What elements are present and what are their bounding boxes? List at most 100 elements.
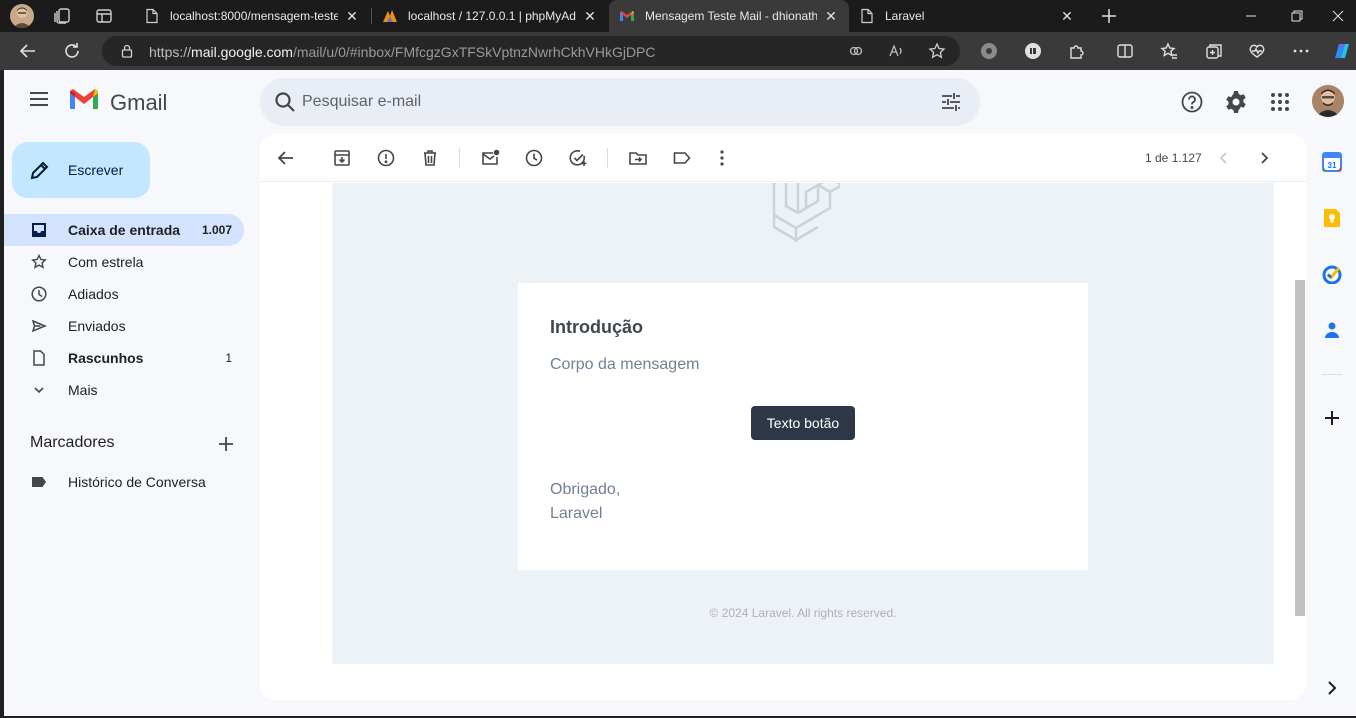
sidebar-item-sent[interactable]: Enviados [4, 310, 244, 342]
delete-icon[interactable] [420, 148, 440, 168]
label-icon [32, 477, 46, 487]
minimize-button[interactable] [1228, 0, 1274, 32]
sidebar-item-label: Mais [68, 382, 98, 398]
sidebar-item-label: Adiados [68, 286, 119, 302]
sidebar-item-label-historico[interactable]: Histórico de Conversa [4, 466, 244, 498]
url-scheme: https:// [149, 44, 192, 60]
sidebar-item-label: Histórico de Conversa [68, 474, 206, 490]
extension-1-icon[interactable] [977, 39, 1001, 63]
laravel-logo-icon [772, 183, 840, 242]
gmail-icon [620, 11, 634, 21]
google-apps-icon[interactable] [1268, 90, 1292, 114]
email-body-text: Corpo da mensagem [550, 356, 700, 373]
search-options-icon[interactable] [940, 91, 962, 113]
copilot-icon[interactable] [1330, 39, 1354, 63]
split-screen-icon[interactable] [1113, 39, 1137, 63]
newer-chevron-left-icon[interactable] [1214, 148, 1234, 168]
extensions-puzzle-icon[interactable] [1065, 39, 1089, 63]
close-window-button[interactable] [1320, 0, 1356, 32]
tab-phpmyadmin[interactable]: localhost / 127.0.0.1 | phpMyAdm ✕ [372, 0, 608, 32]
keep-icon[interactable] [1322, 208, 1342, 228]
send-icon [31, 319, 47, 333]
compose-label: Escrever [68, 162, 124, 178]
browser-tab-bar: localhost:8000/mensagem-teste ✕ localhos… [0, 0, 1356, 32]
gmail-logo-icon[interactable] [68, 87, 100, 111]
archive-icon[interactable] [332, 148, 352, 168]
close-icon[interactable]: ✕ [582, 8, 598, 24]
compose-button[interactable]: Escrever [12, 142, 150, 198]
sidebar-item-label: Enviados [68, 318, 126, 334]
lock-icon[interactable] [120, 44, 134, 58]
page-icon [146, 8, 158, 24]
close-icon[interactable]: ✕ [344, 8, 360, 24]
back-icon[interactable] [16, 39, 40, 63]
restore-button[interactable] [1274, 0, 1320, 32]
sidebar-item-more[interactable]: Mais [4, 374, 244, 406]
sidebar-item-starred[interactable]: Com estrela [4, 246, 244, 278]
tasks-icon[interactable] [1322, 264, 1342, 284]
browser-essentials-icon[interactable] [1245, 39, 1269, 63]
tab-laravel[interactable]: Laravel ✕ [849, 0, 1085, 32]
labels-heading: Marcadores [30, 434, 115, 451]
email-action-button[interactable]: Texto botão [751, 406, 855, 440]
unread-count: 1.007 [201, 223, 232, 237]
main-menu-icon[interactable] [30, 92, 50, 106]
tab-actions-icon[interactable] [94, 6, 114, 26]
read-aloud-icon[interactable] [888, 43, 904, 59]
favorite-star-icon[interactable] [928, 42, 946, 60]
settings-gear-icon[interactable] [1224, 90, 1248, 114]
snooze-icon[interactable] [524, 148, 544, 168]
profile-avatar[interactable] [10, 4, 34, 28]
favorites-icon[interactable] [1157, 39, 1181, 63]
new-tab-icon[interactable] [1099, 6, 1119, 26]
more-actions-icon[interactable] [712, 148, 732, 168]
email-card: Introdução Corpo da mensagem Texto botão… [518, 283, 1088, 570]
calendar-icon[interactable]: 31 [1322, 152, 1342, 172]
older-chevron-right-icon[interactable] [1254, 148, 1274, 168]
url-text: https://mail.google.com/mail/u/0/#inbox/… [149, 44, 656, 60]
mark-unread-icon[interactable] [480, 148, 500, 168]
back-to-inbox-icon[interactable] [276, 148, 296, 168]
get-addons-plus-icon[interactable] [1322, 408, 1342, 428]
sidebar-item-label: Com estrela [68, 254, 144, 270]
reload-icon[interactable] [60, 39, 84, 63]
email-footer: © 2024 Laravel. All rights reserved. [709, 606, 897, 620]
contacts-icon[interactable] [1322, 320, 1342, 340]
signoff-line-2: Laravel [550, 505, 603, 522]
label-as-icon[interactable] [672, 148, 692, 168]
tracking-prevention-icon[interactable] [848, 43, 864, 59]
address-bar[interactable]: https://mail.google.com/mail/u/0/#inbox/… [102, 36, 960, 66]
url-path: /mail/u/0/#inbox/FMfcgzGxTFSkVptnzNwrhCk… [292, 44, 656, 60]
close-icon[interactable]: ✕ [823, 8, 839, 24]
tab-mensagem-teste[interactable]: localhost:8000/mensagem-teste ✕ [134, 0, 370, 32]
clock-icon [31, 286, 47, 302]
sidebar-item-inbox[interactable]: Caixa de entrada 1.007 [4, 214, 244, 246]
search-input[interactable] [302, 90, 922, 114]
chevron-down-icon [34, 387, 44, 394]
move-to-icon[interactable] [628, 148, 648, 168]
account-avatar[interactable] [1312, 85, 1344, 117]
help-icon[interactable] [1180, 90, 1204, 114]
signoff-line-1: Obrigado, [550, 481, 621, 498]
more-options-icon[interactable] [1289, 39, 1313, 63]
add-label-icon[interactable] [216, 434, 236, 454]
message-toolbar: 1 de 1.127 [260, 134, 1306, 182]
add-to-tasks-icon[interactable] [568, 148, 588, 168]
report-spam-icon[interactable] [376, 148, 396, 168]
gmail-app: Gmail Escrever Caixa de entrada 1.007 Co… [4, 70, 1356, 716]
close-icon[interactable]: ✕ [1059, 8, 1075, 24]
workspaces-icon[interactable] [52, 6, 72, 26]
show-side-panel-chevron-icon[interactable] [1322, 678, 1342, 698]
email-body: Introdução Corpo da mensagem Texto botão… [332, 183, 1274, 664]
draft-count: 1 [225, 351, 232, 365]
collections-icon[interactable] [1202, 39, 1226, 63]
gmail-brand[interactable]: Gmail [110, 90, 167, 116]
sidebar-item-snoozed[interactable]: Adiados [4, 278, 244, 310]
tab-gmail[interactable]: Mensagem Teste Mail - dhionath ✕ [609, 0, 849, 32]
search-bar[interactable] [260, 78, 980, 126]
message-pane: 1 de 1.127 Introdução Corpo da mensagem … [260, 134, 1306, 700]
message-scrollbar[interactable] [1295, 280, 1305, 616]
search-icon[interactable] [274, 91, 296, 113]
sidebar-item-drafts[interactable]: Rascunhos 1 [4, 342, 244, 374]
extension-2-icon[interactable] [1021, 39, 1045, 63]
